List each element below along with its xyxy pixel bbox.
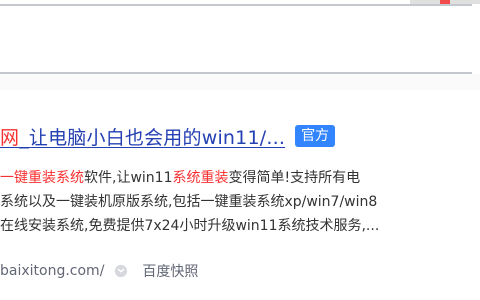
result-site-url[interactable]: baixitong.com/ (0, 263, 104, 279)
official-badge[interactable]: 官方 (295, 125, 336, 147)
result-source-row: baixitong.com/ 百度快照 (0, 260, 198, 282)
result-title-link[interactable]: 网_让电脑小白也会用的win11/... (0, 123, 285, 150)
abstract-line: 在线安装系统,免费提供7x24小时升级win11系统技术服务,... (0, 214, 480, 238)
result-title-text: _让电脑小白也会用的win11/... (19, 126, 286, 149)
result-title-highlight: 网 (0, 126, 20, 149)
abstract-text: 系统以及一键装机原版系统,包括一键重装系统xp/win7/win8 (0, 194, 378, 210)
abstract-highlight: 一键重装系统 (0, 170, 84, 186)
snapshot-link[interactable]: 百度快照 (142, 261, 198, 281)
result-title-row: 网_让电脑小白也会用的win11/... 官方 (0, 118, 336, 154)
result-abstract: 一键重装系统软件,让win11系统重装变得简单!支持所有电系统以及一键装机原版系… (0, 166, 480, 238)
search-results-page: 网_让电脑小白也会用的win11/... 官方 一键重装系统软件,让win11系… (0, 0, 480, 300)
abstract-highlight: 系统重装 (172, 170, 229, 186)
abstract-text: 变得简单!支持所有电 (228, 170, 361, 186)
abstract-text: 软件,让win11 (84, 170, 173, 186)
search-bar-shadow (0, 74, 480, 90)
abstract-line: 一键重装系统软件,让win11系统重装变得简单!支持所有电 (0, 166, 480, 190)
shield-icon[interactable] (114, 264, 128, 278)
search-input[interactable] (0, 4, 472, 74)
abstract-text: 在线安装系统,免费提供7x24小时升级win11系统技术服务,... (0, 218, 380, 234)
abstract-line: 系统以及一键装机原版系统,包括一键重装系统xp/win7/win8 (0, 190, 480, 214)
